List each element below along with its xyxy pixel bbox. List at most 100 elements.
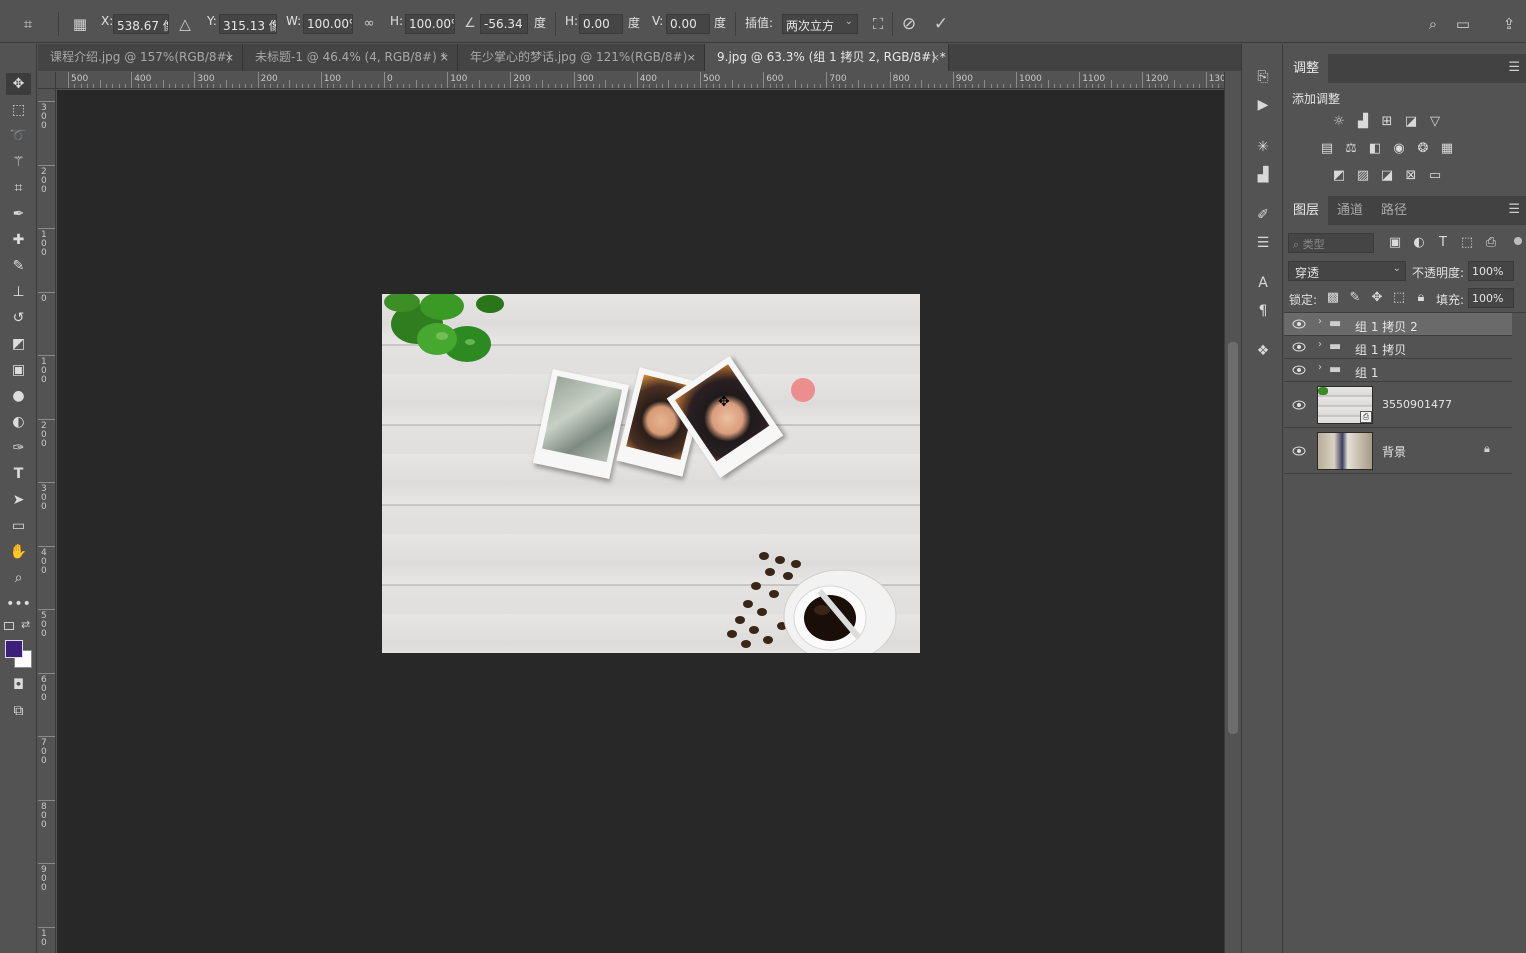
channel-mixer-icon[interactable]: ❂: [1414, 141, 1432, 157]
default-colors-icon[interactable]: [4, 622, 14, 630]
tab-channels[interactable]: 通道: [1328, 196, 1372, 225]
brush-settings-icon[interactable]: ✐: [1252, 204, 1274, 226]
lock-artboard-icon[interactable]: ⬚: [1390, 290, 1408, 306]
actions-icon[interactable]: ▶: [1252, 94, 1274, 116]
clone-stamp-tool-icon[interactable]: ⊥: [6, 281, 31, 303]
visibility-eye-icon[interactable]: [1292, 400, 1306, 410]
expand-chevron-icon[interactable]: ›: [1318, 362, 1322, 373]
layer-row[interactable]: › ▬ 组 1 拷贝: [1284, 336, 1512, 359]
warp-icon[interactable]: ⛶: [868, 12, 888, 36]
close-icon[interactable]: ×: [225, 44, 234, 71]
tab-untitled[interactable]: 未标题-1 @ 46.4% (4, RGB/8#) * ×: [243, 44, 458, 71]
tab-dream-talk[interactable]: 年少掌心的梦话.jpg @ 121%(RGB/8#) ×: [458, 44, 705, 71]
hue-icon[interactable]: ▤: [1318, 141, 1336, 157]
tab-layers[interactable]: 图层: [1284, 196, 1329, 225]
eraser-tool-icon[interactable]: ◩: [6, 333, 31, 355]
exposure-icon[interactable]: ◪: [1402, 114, 1420, 130]
layer-filter-select[interactable]: ⌕ 类型: [1288, 233, 1374, 253]
libraries-icon[interactable]: ❖: [1252, 340, 1274, 362]
filter-toggle-icon[interactable]: [1514, 237, 1522, 245]
transform-preset-icon[interactable]: ⌗: [18, 12, 38, 36]
vskew-input[interactable]: 0.00: [666, 14, 710, 34]
h-input[interactable]: 100.00%: [405, 14, 455, 34]
tab-paths[interactable]: 路径: [1372, 196, 1416, 225]
layer-row[interactable]: › ▬ 组 1 拷贝 2: [1284, 313, 1512, 336]
link-icon[interactable]: ∞: [359, 12, 379, 36]
healing-brush-tool-icon[interactable]: ✚: [6, 229, 31, 251]
properties-icon[interactable]: ☰: [1252, 232, 1274, 254]
layer-row[interactable]: ⎙ 3550901477: [1284, 382, 1512, 428]
angle-input[interactable]: -56.34: [480, 14, 528, 34]
filter-type-icon[interactable]: T: [1434, 235, 1452, 251]
delta-icon[interactable]: △: [175, 12, 195, 36]
fill-input[interactable]: 100%: [1468, 288, 1514, 308]
share-icon[interactable]: ⇪: [1499, 12, 1519, 36]
lock-image-icon[interactable]: ✎: [1346, 290, 1364, 306]
path-selection-tool-icon[interactable]: ➤: [6, 489, 31, 511]
type-tool-icon[interactable]: T: [6, 463, 31, 485]
opacity-input[interactable]: 100%: [1468, 261, 1514, 281]
color-wheel-icon[interactable]: ✳: [1252, 136, 1274, 158]
gradient-tool-icon[interactable]: ▣: [6, 359, 31, 381]
curves-icon[interactable]: ⊞: [1378, 114, 1396, 130]
panel-menu-icon[interactable]: ☰: [1508, 202, 1520, 217]
brush-tool-icon[interactable]: ✎: [6, 255, 31, 277]
history-brush-tool-icon[interactable]: ↺: [6, 307, 31, 329]
workspace-icon[interactable]: ▭: [1453, 12, 1473, 36]
move-tool-icon[interactable]: ✥: [6, 73, 31, 95]
crop-tool-icon[interactable]: ⌗: [6, 177, 31, 199]
panel-menu-icon[interactable]: ☰: [1508, 60, 1520, 75]
visibility-eye-icon[interactable]: [1292, 319, 1306, 329]
pen-tool-icon[interactable]: ✑: [6, 437, 31, 459]
tab-adjustments[interactable]: 调整: [1284, 54, 1329, 83]
vertical-ruler[interactable]: 300 200 100 0 100 200 300 400 500 600 700 800 900 10: [38, 89, 56, 953]
character-icon[interactable]: A: [1252, 272, 1274, 294]
expand-chevron-icon[interactable]: ›: [1318, 339, 1322, 350]
tab-course-intro[interactable]: 课程介绍.jpg @ 157%(RGB/8#) ×: [38, 44, 243, 71]
close-icon[interactable]: ×: [687, 44, 696, 71]
gradient-map-icon[interactable]: ▭: [1426, 168, 1444, 184]
dodge-tool-icon[interactable]: ◐: [6, 411, 31, 433]
cancel-transform-icon[interactable]: ⊘: [899, 12, 919, 36]
layer-row[interactable]: 背景 🔒︎: [1284, 428, 1512, 474]
lock-position-icon[interactable]: ✥: [1368, 290, 1386, 306]
hand-tool-icon[interactable]: ✋: [6, 541, 31, 563]
balance-icon[interactable]: ⚖: [1342, 141, 1360, 157]
w-input[interactable]: 100.00%: [303, 14, 353, 34]
commit-transform-icon[interactable]: ✓: [931, 12, 951, 36]
layer-row[interactable]: › ▬ 组 1: [1284, 359, 1512, 382]
close-icon[interactable]: ×: [440, 44, 449, 71]
visibility-eye-icon[interactable]: [1292, 446, 1306, 456]
hskew-input[interactable]: 0.00: [579, 14, 623, 34]
magic-wand-tool-icon[interactable]: ⚚: [6, 151, 31, 173]
tab-9jpg[interactable]: 9.jpg @ 63.3% (组 1 拷贝 2, RGB/8#) * ×: [705, 44, 949, 71]
reference-point-icon[interactable]: ▦: [70, 12, 90, 36]
more-tools-icon[interactable]: •••: [6, 593, 31, 615]
threshold-icon[interactable]: ◪: [1378, 168, 1396, 184]
vibrance-icon[interactable]: ▽: [1426, 114, 1444, 130]
y-input[interactable]: 315.13 像素: [219, 14, 277, 34]
filter-smart-icon[interactable]: ⎙: [1482, 235, 1500, 251]
lasso-tool-icon[interactable]: ➰: [6, 125, 31, 147]
scrollbar-thumb[interactable]: [1228, 342, 1238, 734]
invert-icon[interactable]: ◩: [1330, 168, 1348, 184]
history-icon[interactable]: ⎘: [1252, 66, 1274, 88]
filter-adjustment-icon[interactable]: ◐: [1410, 235, 1428, 251]
blur-tool-icon[interactable]: ●: [6, 385, 31, 407]
interpolation-select[interactable]: 两次立方 ⌄: [782, 14, 858, 34]
ruler-origin[interactable]: [38, 72, 56, 89]
swap-colors-icon[interactable]: ⇄: [21, 618, 30, 631]
eyedropper-tool-icon[interactable]: ✒: [6, 203, 31, 225]
selective-color-icon[interactable]: ⊠: [1402, 168, 1420, 184]
close-icon[interactable]: ×: [931, 44, 940, 71]
polaroid-photo-1[interactable]: [532, 368, 630, 480]
quick-mask-icon[interactable]: ◘: [6, 674, 31, 696]
filter-pixel-icon[interactable]: ▣: [1386, 235, 1404, 251]
bw-icon[interactable]: ◧: [1366, 141, 1384, 157]
expand-chevron-icon[interactable]: ›: [1318, 316, 1322, 327]
lock-transparent-icon[interactable]: ▩: [1324, 290, 1342, 306]
horizontal-ruler[interactable]: 500 400 300 200 100 0 100 200 300 400 500 600 700 800…: [56, 72, 1224, 89]
marquee-tool-icon[interactable]: ⬚: [6, 99, 31, 121]
posterize-icon[interactable]: ▨: [1354, 168, 1372, 184]
x-input[interactable]: 538.67 像素: [113, 14, 169, 34]
